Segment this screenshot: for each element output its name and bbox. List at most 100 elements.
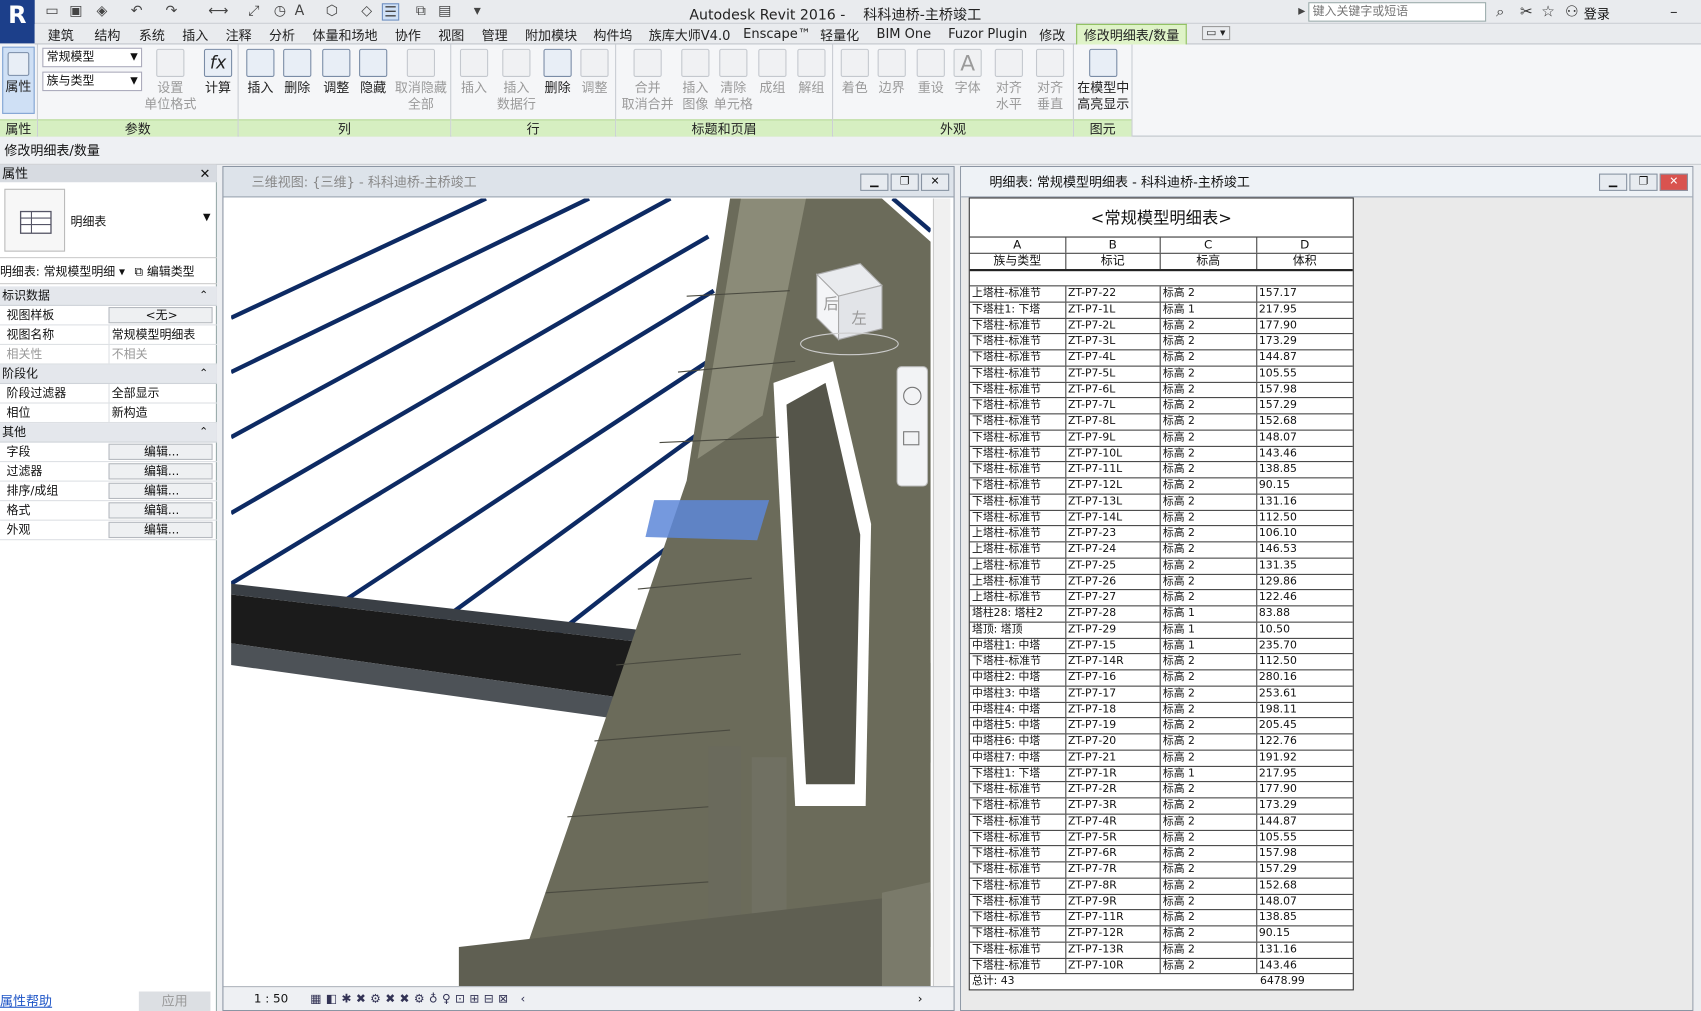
- tab-modify-schedule[interactable]: 修改明细表/数量: [1076, 23, 1187, 45]
- table-row[interactable]: 下塔柱-标准节 ZT-P7-3L 标高 2 173.29: [969, 334, 1353, 351]
- table-cell[interactable]: 下塔柱-标准节: [970, 478, 1066, 494]
- tab-goujianwu[interactable]: 构件坞: [593, 26, 632, 44]
- table-cell[interactable]: 下塔柱-标准节: [970, 334, 1066, 350]
- table-row[interactable]: 下塔柱-标准节 ZT-P7-3R 标高 2 173.29: [969, 798, 1353, 815]
- chevron-down-icon[interactable]: ▼: [203, 213, 211, 224]
- table-cell[interactable]: 标高 2: [1161, 526, 1257, 542]
- table-cell[interactable]: ZT-P7-11L: [1066, 462, 1161, 478]
- table-cell[interactable]: ZT-P7-7R: [1066, 862, 1161, 878]
- table-cell[interactable]: 标高 2: [1161, 414, 1257, 430]
- table-cell[interactable]: ZT-P7-2L: [1066, 318, 1161, 334]
- table-cell[interactable]: 标高 2: [1161, 558, 1257, 574]
- table-row[interactable]: 下塔柱-标准节 ZT-P7-10L 标高 2 143.46: [969, 446, 1353, 463]
- table-cell[interactable]: 280.16: [1257, 670, 1353, 685]
- apply-button[interactable]: 应用: [138, 991, 211, 1011]
- tab-architecture[interactable]: 建筑: [48, 26, 74, 44]
- table-cell[interactable]: 下塔柱-标准节: [970, 814, 1066, 830]
- tab-lightweight[interactable]: 轻量化: [820, 26, 859, 44]
- tab-insert[interactable]: 插入: [182, 26, 208, 44]
- ungroup-button[interactable]: 解组: [794, 48, 829, 97]
- table-cell[interactable]: ZT-P7-9R: [1066, 894, 1161, 910]
- table-cell[interactable]: 191.92: [1257, 750, 1353, 765]
- table-cell[interactable]: ZT-P7-3L: [1066, 334, 1161, 350]
- table-row[interactable]: 上塔柱-标准节 ZT-P7-22 标高 2 157.17: [969, 286, 1353, 303]
- table-row[interactable]: 下塔柱-标准节 ZT-P7-2L 标高 2 177.90: [969, 318, 1353, 335]
- view-name-field[interactable]: 常规模型明细表: [108, 325, 212, 344]
- table-cell[interactable]: 标高 2: [1161, 894, 1257, 910]
- table-cell[interactable]: ZT-P7-14R: [1066, 654, 1161, 670]
- table-row[interactable]: 下塔柱-标准节 ZT-P7-2R 标高 2 177.90: [969, 782, 1353, 799]
- table-cell[interactable]: 下塔柱-标准节: [970, 366, 1066, 382]
- table-cell[interactable]: ZT-P7-23: [1066, 526, 1161, 542]
- table-row[interactable]: 下塔柱-标准节 ZT-P7-4R 标高 2 144.87: [969, 814, 1353, 831]
- ribbon-toggle-icon[interactable]: ▭ ▾: [1201, 26, 1230, 41]
- table-cell[interactable]: 下塔柱-标准节: [970, 414, 1066, 430]
- table-cell[interactable]: ZT-P7-2R: [1066, 782, 1161, 798]
- table-cell[interactable]: ZT-P7-24: [1066, 542, 1161, 558]
- table-row[interactable]: 下塔柱-标准节 ZT-P7-5R 标高 2 105.55: [969, 830, 1353, 847]
- resize-row-button[interactable]: 调整: [577, 48, 612, 97]
- table-cell[interactable]: 173.29: [1257, 798, 1353, 813]
- table-cell[interactable]: 下塔柱-标准节: [970, 430, 1066, 446]
- navigation-bar[interactable]: [896, 366, 929, 487]
- table-cell[interactable]: 中塔柱3: 中塔: [970, 686, 1066, 702]
- table-cell[interactable]: ZT-P7-17: [1066, 686, 1161, 702]
- table-row[interactable]: 中塔柱5: 中塔 ZT-P7-19 标高 2 205.45: [969, 718, 1353, 735]
- table-cell[interactable]: 中塔柱7: 中塔: [970, 750, 1066, 766]
- login-link[interactable]: 登录: [1584, 4, 1610, 22]
- tab-zukudashi[interactable]: 族库大师V4.0: [649, 26, 731, 44]
- table-cell[interactable]: 177.90: [1257, 782, 1353, 797]
- table-cell[interactable]: ZT-P7-25: [1066, 558, 1161, 574]
- section-identity[interactable]: 标识数据 ⌃: [0, 286, 217, 306]
- table-cell[interactable]: 90.15: [1257, 926, 1353, 941]
- table-cell[interactable]: 下塔柱-标准节: [970, 846, 1066, 862]
- table-cell[interactable]: 198.11: [1257, 702, 1353, 717]
- table-cell[interactable]: 下塔柱-标准节: [970, 350, 1066, 366]
- table-row[interactable]: 上塔柱-标准节 ZT-P7-25 标高 2 131.35: [969, 558, 1353, 575]
- section-other[interactable]: 其他 ⌃: [0, 423, 217, 443]
- view-control-icons[interactable]: ▦◧✱✖⚙✖✖⚙♁♀⊡⊞⊟⊠ ‹: [310, 987, 529, 1011]
- align-vertical-button[interactable]: 对齐 垂直: [1031, 48, 1070, 113]
- table-cell[interactable]: 下塔柱-标准节: [970, 462, 1066, 478]
- insert-image-button[interactable]: 插入 图像: [677, 48, 714, 113]
- table-cell[interactable]: ZT-P7-12L: [1066, 478, 1161, 494]
- table-cell[interactable]: 152.68: [1257, 878, 1353, 893]
- table-cell[interactable]: 标高 2: [1161, 702, 1257, 718]
- minimize-icon[interactable]: ▁: [1598, 173, 1628, 191]
- table-row[interactable]: 下塔柱-标准节 ZT-P7-9L 标高 2 148.07: [969, 430, 1353, 447]
- table-cell[interactable]: 中塔柱6: 中塔: [970, 734, 1066, 750]
- table-row[interactable]: 下塔柱-标准节 ZT-P7-9R 标高 2 148.07: [969, 894, 1353, 911]
- tab-enscape[interactable]: Enscape™: [743, 26, 811, 41]
- table-row[interactable]: 上塔柱-标准节 ZT-P7-26 标高 2 129.86: [969, 574, 1353, 591]
- tab-modify[interactable]: 修改: [1039, 26, 1065, 44]
- table-cell[interactable]: 标高 1: [1161, 638, 1257, 654]
- table-cell[interactable]: ZT-P7-9L: [1066, 430, 1161, 446]
- calculate-button[interactable]: fx 计算: [201, 48, 236, 97]
- table-cell[interactable]: 下塔柱-标准节: [970, 830, 1066, 846]
- highlight-in-model-button[interactable]: 在模型中 高亮显示: [1076, 48, 1130, 113]
- table-cell[interactable]: 129.86: [1257, 574, 1353, 589]
- merge-button[interactable]: 合并 取消合并: [621, 48, 675, 113]
- table-cell[interactable]: ZT-P7-15: [1066, 638, 1161, 654]
- table-row[interactable]: 下塔柱-标准节 ZT-P7-7L 标高 2 157.29: [969, 398, 1353, 415]
- tab-massing-site[interactable]: 体量和场地: [312, 26, 377, 44]
- star-icon[interactable]: ☆: [1538, 2, 1558, 22]
- table-cell[interactable]: 253.61: [1257, 686, 1353, 701]
- table-cell[interactable]: 下塔柱-标准节: [970, 798, 1066, 814]
- column-header[interactable]: 标记: [1066, 253, 1161, 270]
- section-phasing[interactable]: 阶段化 ⌃: [0, 364, 217, 385]
- edit-type-button[interactable]: ⧉ 编辑类型: [135, 260, 217, 284]
- table-cell[interactable]: 217.95: [1257, 766, 1353, 781]
- table-row[interactable]: 下塔柱-标准节 ZT-P7-8L 标高 2 152.68: [969, 414, 1353, 431]
- table-cell[interactable]: 标高 1: [1161, 622, 1257, 638]
- field-combo[interactable]: 族与类型 ▼: [42, 71, 143, 92]
- table-cell[interactable]: 中塔柱5: 中塔: [970, 718, 1066, 734]
- table-cell[interactable]: 138.85: [1257, 462, 1353, 477]
- table-cell[interactable]: 下塔柱-标准节: [970, 942, 1066, 958]
- table-cell[interactable]: 下塔柱-标准节: [970, 782, 1066, 798]
- properties-button[interactable]: 属性: [2, 46, 35, 114]
- table-cell[interactable]: 标高 2: [1161, 910, 1257, 926]
- table-cell[interactable]: 标高 2: [1161, 574, 1257, 590]
- formatting-edit-button[interactable]: 编辑...: [108, 502, 213, 519]
- table-cell[interactable]: 标高 2: [1161, 686, 1257, 702]
